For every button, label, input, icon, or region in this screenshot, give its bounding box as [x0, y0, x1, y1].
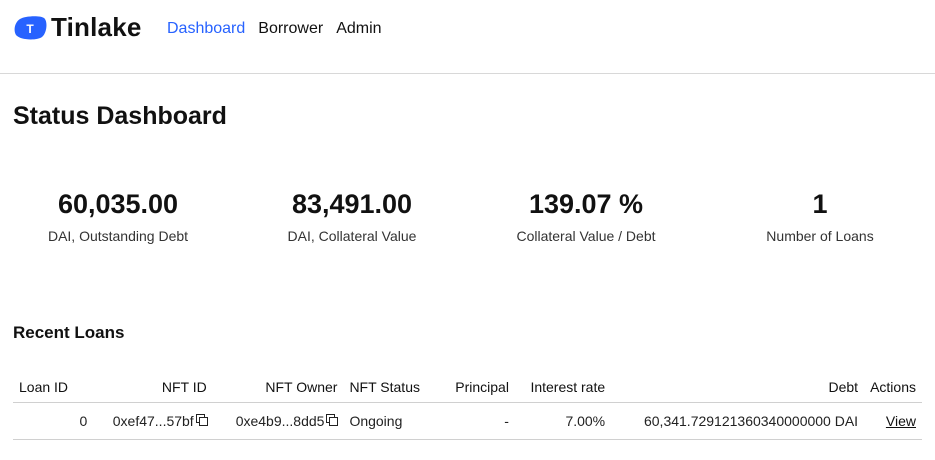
cell-nft-id: 0xef47...57bf	[93, 402, 213, 440]
stat-outstanding-debt: 60,035.00 DAI, Outstanding Debt	[8, 188, 228, 244]
col-actions: Actions	[864, 372, 922, 403]
table-header-row: Loan ID NFT ID NFT Owner NFT Status Prin…	[13, 372, 922, 403]
col-interest-rate: Interest rate	[514, 372, 612, 403]
logo-letter: T	[26, 22, 34, 36]
stat-label: DAI, Outstanding Debt	[47, 228, 189, 244]
stat-label: Number of Loans	[766, 228, 874, 244]
nav-admin[interactable]: Admin	[336, 20, 381, 38]
cell-principal: -	[435, 402, 515, 440]
cell-debt: 60,341.729121360340000000 DAI	[611, 402, 865, 440]
col-nft-status: NFT Status	[343, 372, 436, 403]
col-nft-owner: NFT Owner	[212, 372, 344, 403]
stat-value: 139.07 %	[528, 189, 644, 219]
copy-icon[interactable]	[195, 414, 208, 426]
stat-value: 83,491.00	[291, 189, 413, 219]
recent-loans-table: Loan ID NFT ID NFT Owner NFT Status Prin…	[13, 372, 922, 440]
cell-interest-rate: 7.00%	[514, 402, 612, 440]
nav-borrower[interactable]: Borrower	[258, 20, 323, 38]
stat-collateral-value: 83,491.00 DAI, Collateral Value	[242, 188, 462, 244]
cell-loan-id: 0	[13, 402, 94, 440]
recent-loans-title: Recent Loans	[13, 323, 125, 342]
col-loan-id: Loan ID	[13, 372, 94, 403]
logo-text: Tinlake	[51, 12, 142, 42]
page-title: Status Dashboard	[13, 102, 227, 130]
table-row: 0 0xef47...57bf 0xe4b9...8dd5 Ongoing - …	[13, 402, 922, 440]
tinlake-logo-icon: T	[14, 15, 48, 41]
stat-value: 1	[812, 189, 828, 219]
col-nft-id: NFT ID	[93, 372, 213, 403]
cell-nft-owner: 0xe4b9...8dd5	[212, 402, 344, 440]
stats-row: 60,035.00 DAI, Outstanding Debt 83,491.0…	[0, 188, 935, 248]
copy-icon[interactable]	[326, 414, 339, 426]
logo[interactable]: T Tinlake	[14, 12, 142, 43]
nft-owner-value: 0xe4b9...8dd5	[235, 413, 325, 429]
stat-value: 60,035.00	[57, 189, 179, 219]
cell-actions: View	[864, 402, 922, 440]
stat-label: DAI, Collateral Value	[287, 228, 417, 244]
stat-number-of-loans: 1 Number of Loans	[710, 188, 930, 244]
col-debt: Debt	[611, 372, 865, 403]
main-nav: Dashboard Borrower Admin	[167, 20, 382, 38]
nft-id-value: 0xef47...57bf	[112, 413, 194, 429]
stat-label: Collateral Value / Debt	[516, 228, 656, 244]
header: T Tinlake Dashboard Borrower Admin	[0, 0, 935, 74]
nav-dashboard[interactable]: Dashboard	[167, 20, 245, 38]
cell-nft-status: Ongoing	[343, 402, 436, 440]
view-loan-link[interactable]: View	[886, 413, 916, 429]
stat-collateral-ratio: 139.07 % Collateral Value / Debt	[476, 188, 696, 244]
col-principal: Principal	[435, 372, 515, 403]
